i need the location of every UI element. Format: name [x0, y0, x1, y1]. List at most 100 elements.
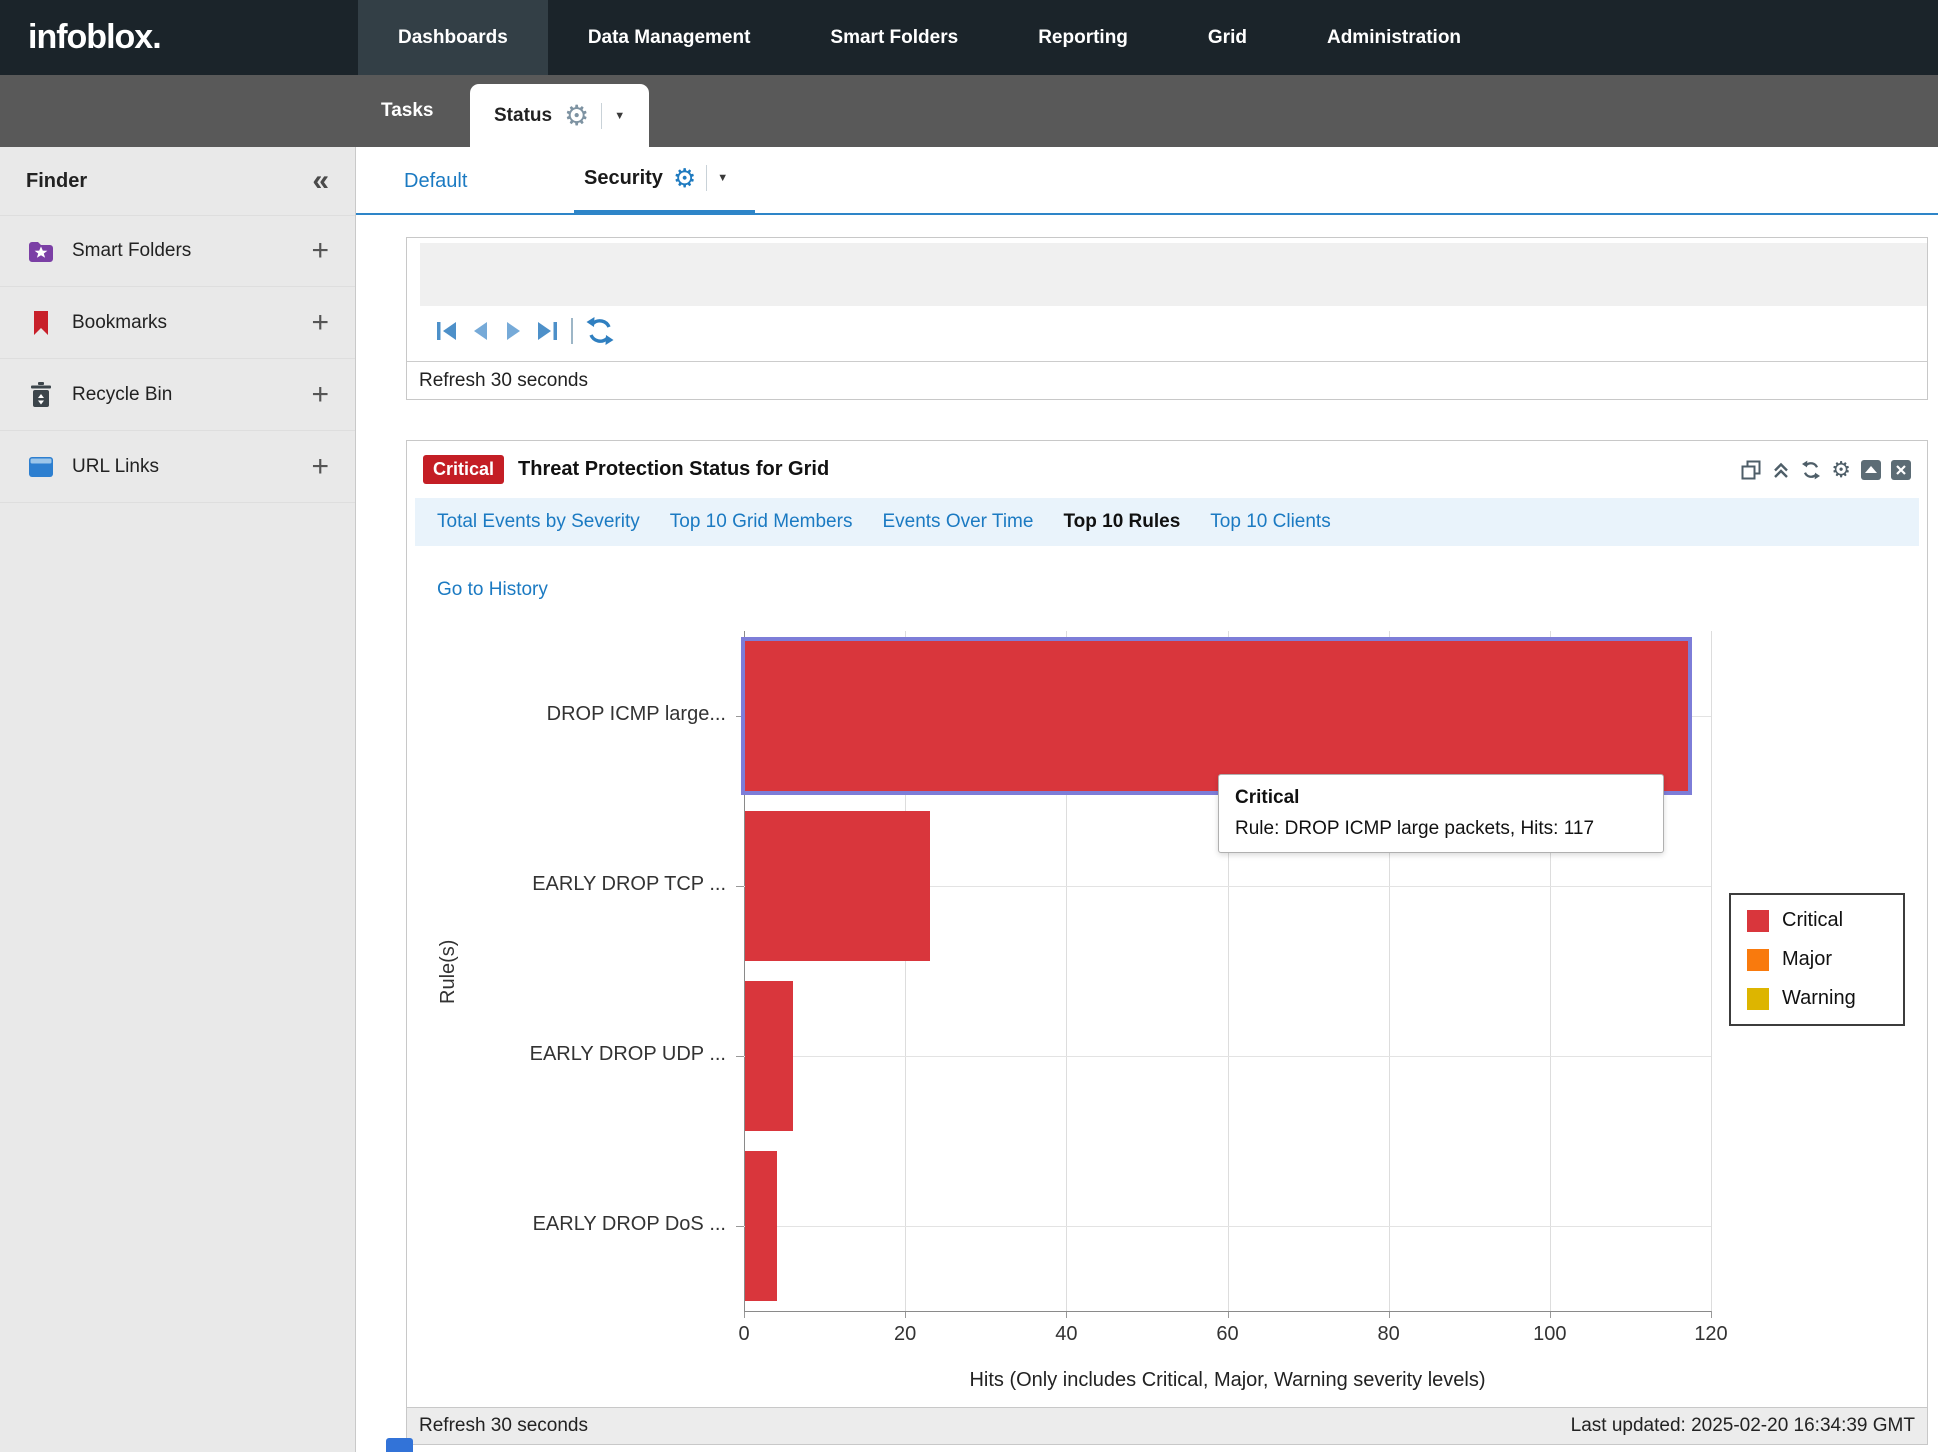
tab-default[interactable]: Default	[404, 170, 467, 193]
gridline	[744, 1056, 1711, 1057]
sidebar-item-url-links[interactable]: URL Links +	[0, 431, 355, 503]
add-icon[interactable]: +	[311, 236, 329, 266]
recycle-bin-icon	[26, 382, 56, 408]
nav-item-administration[interactable]: Administration	[1287, 0, 1501, 75]
sidebar-item-bookmarks[interactable]: Bookmarks +	[0, 287, 355, 359]
axis-tick	[744, 1311, 745, 1318]
chevron-down-icon[interactable]: ▼	[614, 110, 625, 122]
active-tab-underline	[574, 210, 755, 215]
first-page-icon[interactable]	[435, 320, 459, 342]
sidebar-item-label: URL Links	[72, 456, 159, 478]
gridline	[744, 1226, 1711, 1227]
category-label: DROP ICMP large...	[407, 703, 726, 726]
nav-item-data-management[interactable]: Data Management	[548, 0, 791, 75]
next-widget-peek	[386, 1438, 413, 1452]
finder-sidebar: Finder « Smart Folders+Bookmarks+Recycle…	[0, 147, 356, 1452]
x-tick-label: 40	[1036, 1323, 1096, 1346]
x-tick-label: 20	[875, 1323, 935, 1346]
axis-tick	[736, 1056, 744, 1057]
axis-tick	[905, 1311, 906, 1318]
nav-item-smart-folders[interactable]: Smart Folders	[790, 0, 998, 75]
bar-early-drop-dos[interactable]	[745, 1151, 777, 1301]
bar-early-drop-udp[interactable]	[745, 981, 793, 1131]
finder-list: Smart Folders+Bookmarks+Recycle Bin+URL …	[0, 215, 355, 503]
sidebar-item-label: Bookmarks	[72, 312, 167, 334]
legend-swatch	[1747, 949, 1769, 971]
x-tick-label: 60	[1198, 1323, 1258, 1346]
category-label: EARLY DROP UDP ...	[407, 1043, 726, 1066]
next-page-icon[interactable]	[503, 320, 523, 342]
sidebar-item-label: Smart Folders	[72, 240, 191, 262]
y-axis-title: Rule(s)	[437, 940, 460, 1004]
empty-grid-area	[420, 243, 1927, 306]
legend-item-critical: Critical	[1747, 909, 1887, 932]
bar-drop-icmp-large[interactable]	[745, 641, 1688, 791]
infoblox-logo: infoblox.	[0, 0, 210, 75]
axis-tick	[736, 886, 744, 887]
x-axis-title: Hits (Only includes Critical, Major, War…	[744, 1369, 1711, 1392]
pager	[435, 314, 615, 348]
chart-legend: Critical Major Warning	[1729, 893, 1905, 1026]
axis-tick	[1389, 1311, 1390, 1318]
legend-label: Major	[1782, 948, 1832, 971]
axis-tick	[1711, 1311, 1712, 1318]
x-tick-label: 100	[1520, 1323, 1580, 1346]
last-page-icon[interactable]	[535, 320, 559, 342]
legend-label: Critical	[1782, 909, 1843, 932]
last-updated-text: Last updated: 2025-02-20 16:34:39 GMT	[1571, 1415, 1915, 1437]
finder-header: Finder «	[0, 147, 355, 215]
bar-early-drop-tcp[interactable]	[745, 811, 930, 961]
axis-tick	[1066, 1311, 1067, 1318]
legend-label: Warning	[1782, 987, 1856, 1010]
nav-item-dashboards[interactable]: Dashboards	[358, 0, 548, 75]
add-icon[interactable]: +	[311, 380, 329, 410]
gridline	[1711, 631, 1712, 1311]
legend-swatch	[1747, 910, 1769, 932]
gear-icon[interactable]: ⚙	[564, 102, 589, 130]
gear-icon[interactable]: ⚙	[673, 165, 696, 191]
sub-nav-bar: Tasks Status ⚙ ▼	[0, 75, 1938, 147]
refresh-icon[interactable]	[585, 316, 615, 346]
nav-item-reporting[interactable]: Reporting	[998, 0, 1168, 75]
divider	[706, 165, 707, 191]
refresh-status-text: Refresh 30 seconds	[407, 361, 1927, 399]
add-icon[interactable]: +	[311, 308, 329, 338]
tab-tasks[interactable]: Tasks	[381, 75, 433, 147]
tab-security-label: Security	[584, 167, 663, 190]
dashboard-tab-bar: Default Security ⚙ ▼	[356, 147, 1938, 215]
sidebar-item-smart-folders[interactable]: Smart Folders +	[0, 215, 355, 287]
top-nav: infoblox. DashboardsData ManagementSmart…	[0, 0, 1938, 75]
category-label: EARLY DROP DoS ...	[407, 1213, 726, 1236]
main-content: Default Security ⚙ ▼	[356, 147, 1938, 1452]
axis-tick	[1550, 1311, 1551, 1318]
tab-security[interactable]: Security ⚙ ▼	[584, 165, 728, 191]
divider	[601, 103, 602, 129]
threat-protection-widget: Critical Threat Protection Status for Gr…	[406, 440, 1928, 1445]
collapse-sidebar-icon[interactable]: «	[312, 166, 329, 196]
sidebar-item-recycle-bin[interactable]: Recycle Bin +	[0, 359, 355, 431]
chart-tooltip: Critical Rule: DROP ICMP large packets, …	[1218, 774, 1664, 853]
prev-page-icon[interactable]	[471, 320, 491, 342]
tooltip-title: Critical	[1235, 787, 1647, 809]
add-icon[interactable]: +	[311, 452, 329, 482]
grid-panel: Refresh 30 seconds	[406, 237, 1928, 400]
sidebar-item-label: Recycle Bin	[72, 384, 172, 406]
widget-footer: Refresh 30 seconds Last updated: 2025-02…	[407, 1407, 1927, 1444]
finder-title: Finder	[26, 170, 87, 193]
chevron-down-icon[interactable]: ▼	[717, 172, 728, 184]
category-label: EARLY DROP TCP ...	[407, 873, 726, 896]
tab-status[interactable]: Status ⚙ ▼	[470, 84, 649, 147]
x-tick-label: 0	[714, 1323, 774, 1346]
axis-tick	[1228, 1311, 1229, 1318]
x-tick-label: 120	[1681, 1323, 1741, 1346]
refresh-status-text: Refresh 30 seconds	[419, 1415, 588, 1437]
axis-tick	[736, 716, 744, 717]
legend-item-major: Major	[1747, 948, 1887, 971]
legend-item-warning: Warning	[1747, 987, 1887, 1010]
x-axis-line	[744, 1311, 1711, 1312]
chart-layer: 020406080100120DROP ICMP large...EARLY D…	[407, 441, 1927, 1407]
main-nav: DashboardsData ManagementSmart FoldersRe…	[358, 0, 1501, 75]
nav-item-grid[interactable]: Grid	[1168, 0, 1287, 75]
legend-swatch	[1747, 988, 1769, 1010]
url-links-icon	[26, 456, 56, 478]
